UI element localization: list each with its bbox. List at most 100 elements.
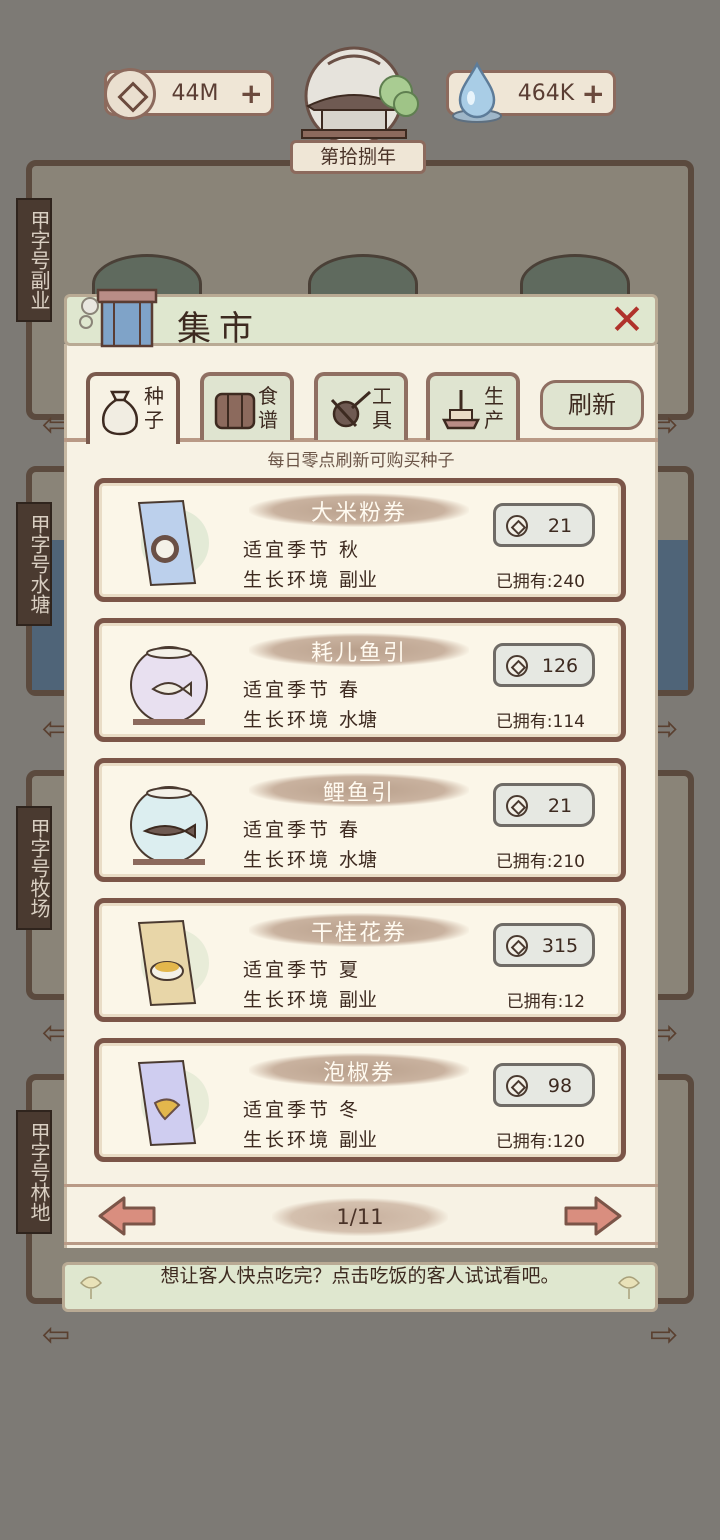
owned-count: 已拥有:114 xyxy=(496,707,585,732)
buy-price-button[interactable]: 315 xyxy=(493,923,595,967)
recipe-book-icon xyxy=(214,392,256,430)
environment-value: 副业 xyxy=(339,569,378,591)
environment-row: 生长环境 水塘 xyxy=(243,845,377,872)
owned-count: 已拥有:120 xyxy=(496,1127,585,1152)
buy-price-button[interactable]: 98 xyxy=(493,1063,595,1107)
rice-flour-voucher-icon xyxy=(137,499,209,587)
season-row: 适宜季节冬 xyxy=(243,1095,358,1122)
buy-price-button[interactable]: 21 xyxy=(493,503,595,547)
tab-tools[interactable]: 工具 xyxy=(314,372,408,440)
tab-recipes[interactable]: 食谱 xyxy=(200,372,294,440)
refresh-button[interactable]: 刷新 xyxy=(540,380,644,430)
osmanthus-voucher-icon xyxy=(137,919,209,1007)
environment-label: 生长环境 xyxy=(243,709,332,731)
season-row: 适宜季节春 xyxy=(243,815,358,842)
previous-page-button[interactable] xyxy=(96,1194,160,1238)
environment-label: 生长环境 xyxy=(243,1129,332,1151)
arrow-right-icon[interactable]: ⇨ xyxy=(636,1318,692,1352)
market-stall-icon xyxy=(79,288,158,348)
season-label: 适宜季节 xyxy=(243,959,332,981)
pavilion-icon[interactable] xyxy=(288,44,432,148)
add-gems-button[interactable]: + xyxy=(582,77,605,110)
environment-row: 生长环境 水塘 xyxy=(243,705,377,732)
buy-price-button[interactable]: 126 xyxy=(493,643,595,687)
item-name: 干桂花券 xyxy=(310,921,407,946)
item-card[interactable]: 大米粉券 适宜季节秋 生长环境 副业 21 已拥有:240 xyxy=(94,478,626,602)
price-value: 315 xyxy=(541,935,579,957)
tab-seeds-label: 种子 xyxy=(144,384,164,432)
season-value: 秋 xyxy=(339,539,359,561)
owned-label: 已拥有: xyxy=(495,712,553,732)
season-label: 适宜季节 xyxy=(243,819,332,841)
tab-production-label: 生产 xyxy=(484,384,504,432)
side-sign-ranch[interactable]: 甲字号牧场 xyxy=(16,806,52,930)
add-coins-button[interactable]: + xyxy=(240,77,263,110)
owned-value: 12 xyxy=(563,992,585,1012)
price-value: 126 xyxy=(541,655,579,677)
tools-icon xyxy=(330,390,371,428)
owned-label: 已拥有: xyxy=(495,1132,553,1152)
refresh-hint: 每日零点刷新可购买种子 xyxy=(267,451,455,471)
owned-label: 已拥有: xyxy=(495,572,553,592)
price-value: 21 xyxy=(547,515,573,537)
pagination-divider xyxy=(64,1242,658,1245)
owned-value: 114 xyxy=(552,712,585,732)
gem-amount: 464K xyxy=(517,80,575,106)
market-title: 集市 xyxy=(177,309,261,349)
coin-icon xyxy=(506,1075,528,1097)
item-name: 耗儿鱼引 xyxy=(310,641,407,666)
tip-banner: 想让客人快点吃完？点击吃饭的客人试试看吧。 xyxy=(62,1262,658,1312)
pagination-divider xyxy=(64,1184,658,1187)
carp-bowl-icon xyxy=(130,786,208,865)
season-row: 适宜季节春 xyxy=(243,675,358,702)
owned-count: 已拥有:240 xyxy=(496,567,585,592)
tab-recipes-label: 食谱 xyxy=(258,384,278,432)
environment-row: 生长环境 副业 xyxy=(243,565,377,592)
tab-production[interactable]: 生产 xyxy=(426,372,520,440)
year-label: 第拾捌年 xyxy=(290,140,426,174)
side-sign-pond[interactable]: 甲字号水塘 xyxy=(16,502,52,626)
coin-icon xyxy=(506,795,528,817)
copper-coin-icon xyxy=(104,68,156,120)
owned-value: 210 xyxy=(552,852,585,872)
item-card[interactable]: 耗儿鱼引 适宜季节春 生长环境 水塘 126 已拥有:114 xyxy=(94,618,626,742)
coin-icon xyxy=(506,515,528,537)
side-sign-forest[interactable]: 甲字号林地 xyxy=(16,1110,52,1234)
pickled-pepper-voucher-icon xyxy=(137,1059,209,1147)
close-button[interactable]: ✕ xyxy=(606,299,648,342)
environment-value: 副业 xyxy=(339,989,378,1011)
tab-tools-label: 工具 xyxy=(372,384,392,432)
season-value: 冬 xyxy=(339,1099,359,1121)
coin-icon xyxy=(506,655,528,677)
season-value: 春 xyxy=(339,679,359,701)
buy-price-button[interactable]: 21 xyxy=(493,783,595,827)
price-value: 98 xyxy=(547,1075,573,1097)
environment-value: 水塘 xyxy=(339,709,378,731)
season-label: 适宜季节 xyxy=(243,1099,332,1121)
page-indicator: 1/11 xyxy=(272,1198,448,1236)
season-label: 适宜季节 xyxy=(243,679,332,701)
side-sign-sideline[interactable]: 甲字号副业 xyxy=(16,198,52,322)
ginkgo-leaf-icon xyxy=(79,1276,103,1299)
item-card[interactable]: 泡椒券 适宜季节冬 生长环境 副业 98 已拥有:120 xyxy=(94,1038,626,1162)
water-drop-icon xyxy=(452,61,502,123)
production-icon xyxy=(441,390,481,430)
tab-seeds[interactable]: 种子 xyxy=(86,372,180,444)
environment-label: 生长环境 xyxy=(243,849,332,871)
item-name: 大米粉券 xyxy=(310,501,407,526)
owned-label: 已拥有: xyxy=(506,992,564,1012)
environment-label: 生长环境 xyxy=(243,569,332,591)
item-card[interactable]: 干桂花券 适宜季节夏 生长环境 副业 315 已拥有:12 xyxy=(94,898,626,1022)
coin-amount: 44M xyxy=(171,80,219,106)
item-card[interactable]: 鲤鱼引 适宜季节春 生长环境 水塘 21 已拥有:210 xyxy=(94,758,626,882)
fish-bowl-icon xyxy=(130,646,208,725)
owned-value: 120 xyxy=(552,1132,585,1152)
environment-row: 生长环境 副业 xyxy=(243,1125,377,1152)
arrow-left-icon[interactable]: ⇦ xyxy=(28,1318,84,1352)
owned-count: 已拥有:210 xyxy=(496,847,585,872)
season-value: 春 xyxy=(339,819,359,841)
season-row: 适宜季节秋 xyxy=(243,535,358,562)
next-page-button[interactable] xyxy=(560,1194,624,1238)
season-label: 适宜季节 xyxy=(243,539,332,561)
item-name: 泡椒券 xyxy=(322,1061,395,1086)
